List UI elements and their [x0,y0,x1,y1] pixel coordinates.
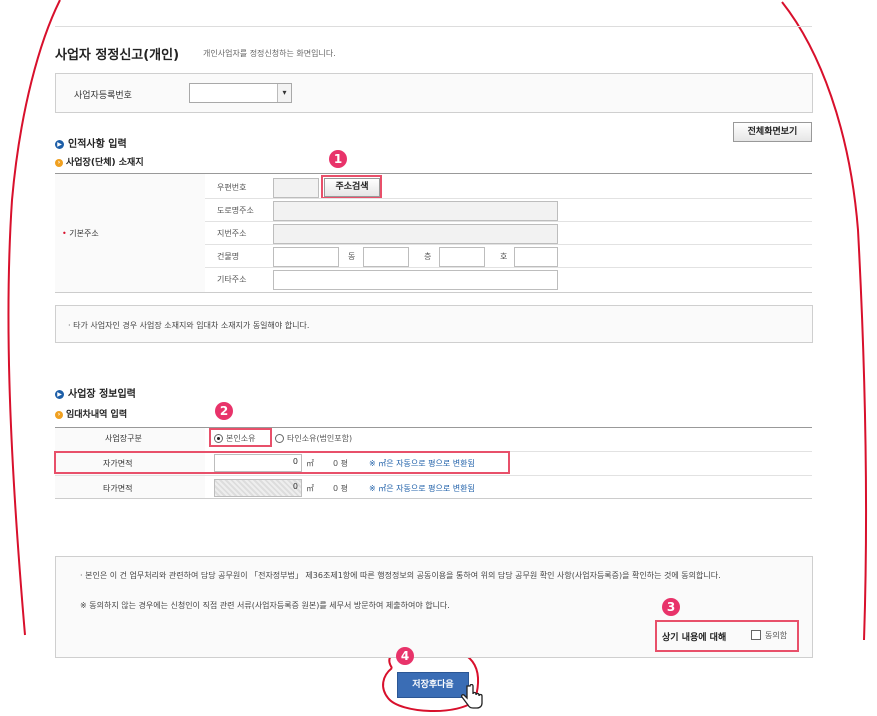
required-icon: • [62,229,67,238]
section-business-heading: ▶ 사업장 정보입력 [55,385,136,400]
highlight-box-own-area [54,451,510,474]
highlight-box-1 [321,175,382,199]
section-personal-title: 인적사항 입력 [68,139,127,150]
arrow-right-icon: › [55,158,63,167]
notice-text: · 타가 사업자인 경우 사업장 소재지와 임대차 소재지가 동일해야 합니다. [68,321,310,330]
consent-text-1: · 본인은 이 건 업무처리와 관련하여 담당 공무원이 「전자정부법」 제36… [80,571,721,580]
dong-input[interactable] [363,247,409,267]
road-address-label: 도로명주소 [217,206,254,215]
basic-address-label: • 기본주소 [62,229,99,238]
section-business-title: 사업장 정보입력 [68,389,136,400]
step-badge-3: 3 [662,598,680,616]
step-badge-4: 4 [396,647,414,665]
other-area-input[interactable]: 0 [214,479,302,497]
floor-label: 층 [424,252,432,261]
chevron-down-icon: ▾ [277,84,291,102]
other-area-conversion-note: ※ ㎡은 자동으로 평으로 변환됨 [369,484,475,493]
arrow-right-icon: › [55,410,63,419]
other-area-pyeong: 0 평 [333,484,348,493]
postal-label: 우편번호 [217,183,247,192]
hand-cursor-icon [460,684,483,709]
step-badge-1: 1 [329,150,347,168]
road-address-input[interactable] [273,201,558,221]
page-title: 사업자 정정신고(개인) [55,48,180,63]
floor-input[interactable] [439,247,485,267]
postal-input[interactable] [273,178,319,198]
section-personal-heading: ▶ 인적사항 입력 [55,135,127,150]
ho-label: 호 [500,252,508,261]
divider [205,198,812,199]
top-divider [55,26,812,27]
divider [205,244,812,245]
building-label: 건물명 [217,252,240,261]
consent-checkbox[interactable] [751,630,761,640]
other-area-value: 0 [292,482,298,491]
divider [205,267,812,268]
radio-other-owned-label: 타인소유(법인포함) [287,434,353,443]
divider [55,292,812,293]
highlight-box-2 [209,428,272,447]
dong-label: 동 [348,252,356,261]
ho-input[interactable] [514,247,558,267]
section-location-heading: › 사업장(단체) 소재지 [55,155,144,168]
jibun-address-label: 지번주소 [217,229,247,238]
other-address-input[interactable] [273,270,558,290]
step-badge-2: 2 [215,402,233,420]
arrow-right-icon: ▶ [55,139,64,149]
radio-other-owned[interactable] [275,434,284,443]
section-location-title: 사업장(단체) 소재지 [66,158,144,168]
section-lease-title: 임대차내역 입력 [66,410,128,420]
registration-box: 사업자등록번호 ▾ [55,73,813,113]
other-area-unit: ㎡ [306,484,314,493]
other-area-label: 타가면적 [103,484,133,493]
section-lease-heading: › 임대차내역 입력 [55,407,127,420]
other-address-label: 기타주소 [217,275,247,284]
divider [55,498,812,499]
divider [205,221,812,222]
consent-label: 상기 내용에 대해 [662,633,727,643]
notice-box: · 타가 사업자인 경우 사업장 소재지와 임대차 소재지가 동일해야 합니다. [55,305,813,343]
divider [55,475,812,476]
jibun-address-input[interactable] [273,224,558,244]
business-type-label: 사업장구분 [105,434,142,443]
full-screen-button[interactable]: 전체화면보기 [733,122,812,142]
arrow-right-icon: ▶ [55,389,64,399]
registration-select[interactable]: ▾ [189,83,292,103]
page-description: 개인사업자를 정정신청하는 화면입니다. [203,49,336,58]
consent-agree-label: 동의함 [765,631,788,640]
registration-label: 사업자등록번호 [74,91,132,101]
building-input[interactable] [273,247,339,267]
